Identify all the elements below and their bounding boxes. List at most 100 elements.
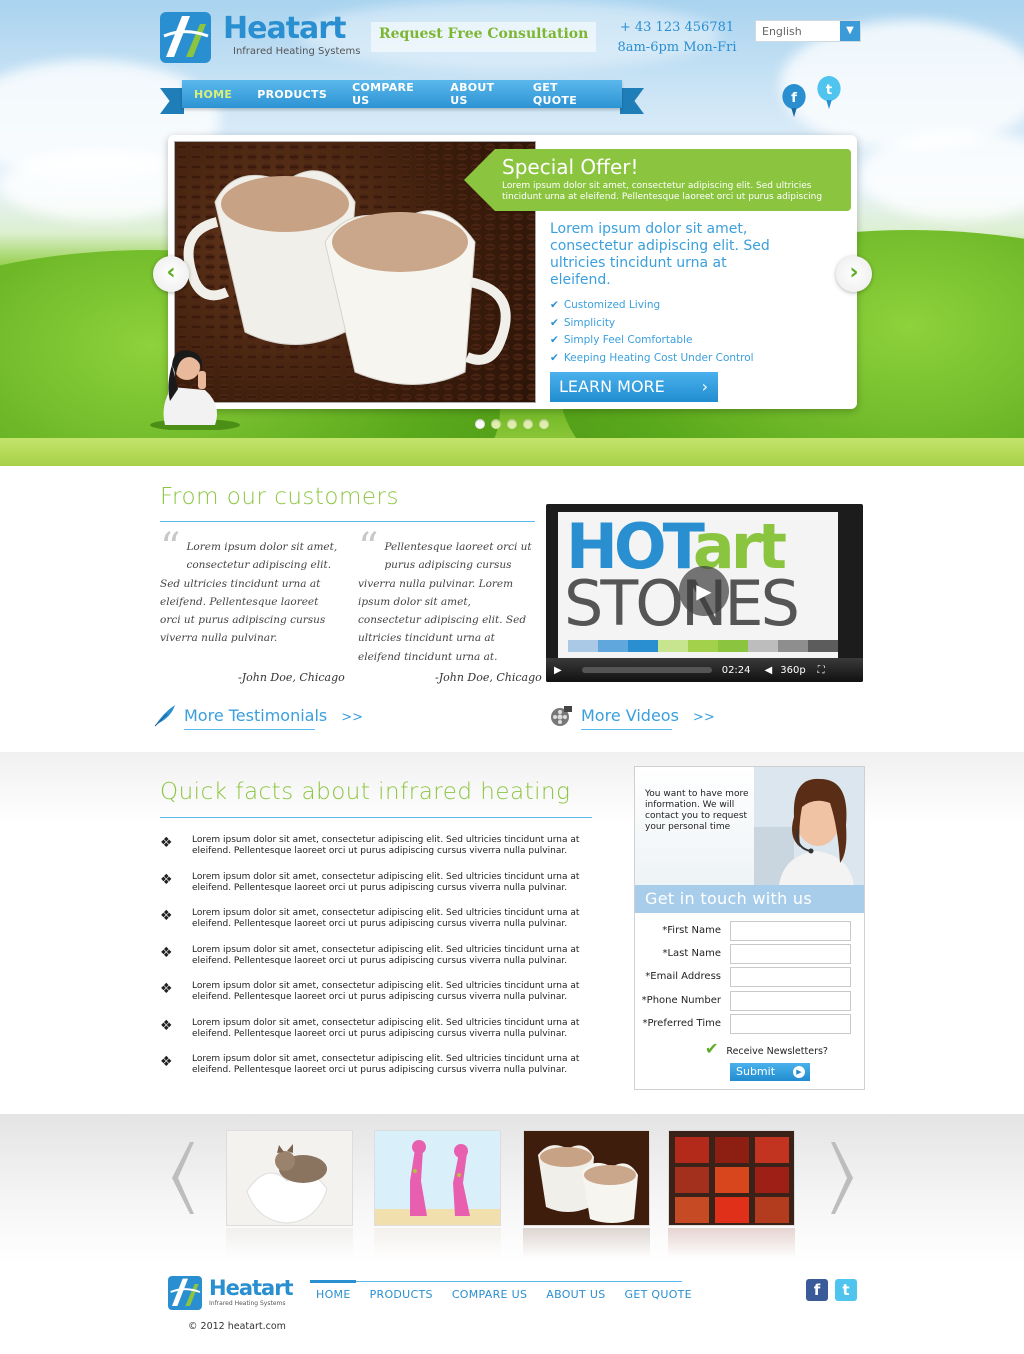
footer-logo[interactable]: Heatart Infrared Heating Systems — [168, 1276, 294, 1310]
play-icon[interactable]: ▶ — [554, 665, 562, 676]
coffee-mugs-image — [524, 1131, 649, 1225]
offer-title: Special Offer! — [502, 155, 639, 179]
chevron-left-icon: ‹ — [166, 260, 176, 285]
submit-button[interactable]: Submit ▶ — [730, 1063, 810, 1081]
gallery-prev-icon[interactable] — [168, 1140, 194, 1216]
feature-label: Simplicity — [563, 316, 616, 329]
chevron-double-right-icon: >> — [692, 710, 715, 725]
play-button[interactable]: ▶ — [679, 566, 729, 616]
slider-prev-button[interactable]: ‹ — [153, 256, 189, 292]
gallery-thumb-giraffes[interactable] — [374, 1130, 501, 1226]
offer-text: Lorem ipsum dolor sit amet, consectetur … — [502, 181, 823, 202]
footer-nav-home[interactable]: HOME — [316, 1288, 351, 1301]
request-consultation-link[interactable]: Request Free Consultation — [371, 22, 597, 52]
facebook-icon[interactable]: f — [806, 1279, 828, 1301]
language-select[interactable]: English ▼ — [755, 20, 861, 42]
chevron-down-icon[interactable]: ▼ — [840, 21, 860, 41]
last-name-input[interactable] — [730, 944, 851, 964]
link-underline — [184, 729, 315, 730]
quote-mark-icon: “ — [358, 525, 379, 571]
bullet-icon: ❖ — [160, 872, 173, 888]
phone-input[interactable] — [730, 991, 851, 1011]
feature-list: ✔ Customized Living ✔ Simplicity ✔ Simply F… — [550, 297, 754, 367]
footer-nav-compare-us[interactable]: COMPARE US — [452, 1288, 527, 1301]
thumb-reflection — [523, 1228, 650, 1258]
feather-pen-icon — [154, 705, 175, 727]
video-progress-bar[interactable] — [581, 667, 712, 673]
last-name-field: *Last Name — [635, 944, 864, 964]
logo-mark-icon — [160, 12, 211, 63]
twitter-icon[interactable]: t — [835, 1279, 857, 1301]
nav-home[interactable]: HOME — [194, 88, 232, 101]
email-input[interactable] — [730, 967, 851, 987]
bullet-icon: ❖ — [160, 945, 173, 961]
thumb-reflection — [226, 1228, 353, 1258]
feature-label: Customized Living — [563, 299, 661, 311]
more-videos-link[interactable]: More Videos >> — [581, 706, 715, 725]
footer-nav-products[interactable]: PRODUCTS — [370, 1288, 433, 1301]
facts-title: Quick facts about infrared heating — [160, 779, 571, 805]
check-icon: ✔ — [550, 299, 559, 311]
testimonial-text: Pellentesque laoreet orci ut purus adipi… — [358, 541, 532, 663]
footer-brand-tagline: Infrared Heating Systems — [209, 1300, 286, 1307]
slider-dot[interactable] — [523, 419, 533, 429]
more-testimonials-link[interactable]: More Testimonials >> — [184, 706, 363, 725]
facebook-glyph: f — [791, 91, 797, 106]
facebook-balloon-icon[interactable]: f — [780, 84, 808, 118]
spices-image — [669, 1131, 794, 1225]
check-icon[interactable]: ✔ — [705, 1039, 718, 1058]
video-quality[interactable]: 360p — [780, 665, 805, 676]
chevron-double-right-icon: >> — [341, 710, 364, 725]
bullet-icon: ❖ — [160, 835, 173, 851]
video-player[interactable]: HOTart STONES ▶ ▶ 02:24 ◀ 360p ⛶ — [546, 504, 863, 682]
twitter-balloon-icon[interactable]: t — [815, 76, 843, 110]
learn-more-button[interactable]: LEARN MORE › — [550, 372, 718, 402]
slider-next-button[interactable]: › — [836, 256, 872, 292]
field-label: *Phone Number — [641, 995, 721, 1006]
kitten-image — [227, 1131, 352, 1225]
more-videos-label: More Videos — [581, 706, 679, 725]
special-offer-banner: Special Offer! Lorem ipsum dolor sit ame… — [464, 149, 851, 211]
twitter-glyph: t — [826, 83, 833, 98]
fact-text: Lorem ipsum dolor sit amet, consectetur … — [192, 945, 580, 966]
field-label: *Email Address — [645, 971, 721, 982]
gallery-thumb-coffee[interactable] — [523, 1130, 650, 1226]
logo-mark-icon — [168, 1276, 202, 1310]
newsletter-checkbox[interactable]: ✔ Receive Newsletters? — [705, 1039, 828, 1058]
check-icon: ✔ — [550, 316, 559, 329]
footer-nav-about-us[interactable]: ABOUT US — [546, 1288, 605, 1301]
gallery-thumb-spices[interactable] — [668, 1130, 795, 1226]
bullet-icon: ❖ — [160, 1018, 173, 1034]
feature-label: Simply Feel Comfortable — [563, 334, 693, 346]
slider-dot[interactable] — [475, 419, 485, 429]
nav-about-us[interactable]: ABOUT US — [450, 81, 508, 107]
fact-text: Lorem ipsum dolor sit amet, consectetur … — [192, 908, 580, 929]
first-name-input[interactable] — [730, 921, 851, 941]
testimonial-author: -John Doe, Chicago — [435, 671, 542, 684]
gallery-next-icon[interactable] — [831, 1140, 857, 1216]
bullet-icon: ❖ — [160, 1054, 173, 1070]
gallery-thumb-kitten[interactable] — [226, 1130, 353, 1226]
quote-mark-icon: “ — [160, 525, 181, 571]
slider-dot[interactable] — [507, 419, 517, 429]
fact-text: Lorem ipsum dolor sit amet, consectetur … — [192, 981, 580, 1002]
nav-products[interactable]: PRODUCTS — [257, 88, 327, 101]
slide-heading: Lorem ipsum dolor sit amet, consectetur … — [550, 221, 770, 288]
volume-icon[interactable]: ◀ — [765, 665, 773, 676]
list-item: ✔ Customized Living — [550, 297, 754, 315]
thumb-reflection — [374, 1228, 501, 1258]
slider-dot[interactable] — [491, 419, 501, 429]
contact-form: You want to have more information. We wi… — [634, 766, 865, 1090]
section-divider — [160, 817, 592, 818]
testimonial-author: -John Doe, Chicago — [238, 671, 345, 684]
footer-nav-get-quote[interactable]: GET QUOTE — [625, 1288, 692, 1301]
phone-field: *Phone Number — [635, 991, 864, 1011]
preferred-time-input[interactable] — [730, 1014, 851, 1034]
logo[interactable]: Heatart Infrared Heating Systems — [160, 12, 360, 63]
fullscreen-icon[interactable]: ⛶ — [818, 665, 825, 676]
nav-get-quote[interactable]: GET QUOTE — [533, 81, 597, 107]
list-item: ✔ Simply Feel Comfortable — [550, 332, 754, 350]
nav-compare-us[interactable]: COMPARE US — [352, 81, 425, 107]
thumb-reflection — [668, 1228, 795, 1258]
slider-dot[interactable] — [539, 419, 549, 429]
